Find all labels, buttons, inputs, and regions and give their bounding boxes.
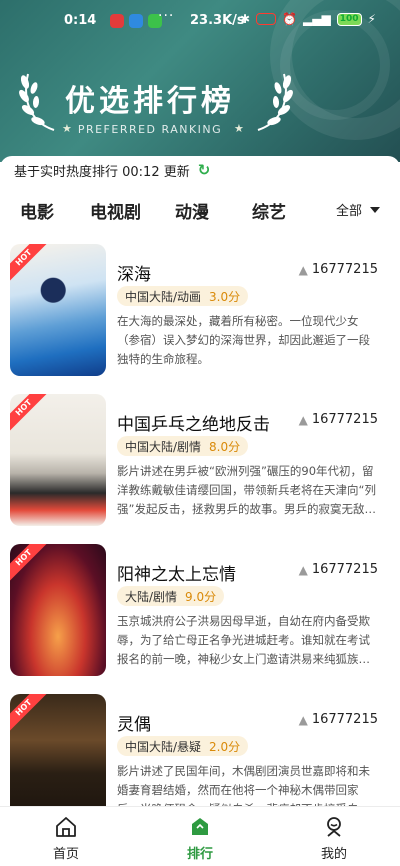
heat-value: 16777215 bbox=[311, 712, 378, 727]
item-description: 在大海的最深处，藏着所有秘密。一位现代少女（参宿）误入梦幻的深海世界，却因此邂逅… bbox=[117, 314, 370, 366]
list-item[interactable]: HOT 阳神之太上忘情 ▲ 16777215 大陆/剧情 9.0分 玉京城洪府公… bbox=[0, 540, 400, 680]
network-speed: 23.3K/s bbox=[190, 13, 245, 28]
bluetooth-icon: ✱ bbox=[240, 12, 251, 26]
tab-tv-series[interactable]: 电视剧 bbox=[90, 198, 141, 223]
heat-score: ▲ 16777215 bbox=[299, 712, 378, 727]
nav-home-label: 首页 bbox=[52, 847, 79, 862]
banner-subtitle: PREFERRED RANKING bbox=[77, 123, 223, 136]
battery-icon: 100 bbox=[336, 12, 362, 26]
heat-score: ▲ 16777215 bbox=[299, 262, 378, 277]
refresh-icon[interactable]: ↻ bbox=[198, 161, 211, 179]
item-title: 阳神之太上忘情 bbox=[117, 565, 236, 585]
category-tabs: 电影 电视剧 动漫 综艺 全部 bbox=[0, 190, 400, 230]
item-description: 玉京城洪府公子洪易因母早逝，自幼在府内备受欺辱，为了给亡母正名争光进城赶考。谁知… bbox=[117, 614, 370, 666]
category-tag: 中国大陆/悬疑 2.0分 bbox=[117, 736, 249, 756]
category-label: 大陆/剧情 bbox=[125, 589, 178, 604]
more-notifications-icon: ··· bbox=[158, 8, 175, 24]
hot-badge: HOT bbox=[10, 544, 49, 583]
flame-icon: ▲ bbox=[298, 412, 308, 427]
flame-icon: ▲ bbox=[298, 712, 308, 727]
signal-icon: ▂▄▆ bbox=[303, 12, 331, 26]
nav-mine[interactable]: 我的 bbox=[294, 815, 374, 862]
notification-icons bbox=[110, 14, 162, 28]
profile-icon bbox=[327, 817, 341, 837]
category-tag: 中国大陆/动画 3.0分 bbox=[117, 286, 249, 306]
category-label: 中国大陆/动画 bbox=[125, 289, 202, 304]
star-icon: ★ bbox=[234, 122, 244, 135]
rating-label: 2.0分 bbox=[209, 739, 241, 754]
item-title: 中国乒乓之绝地反击 bbox=[117, 415, 270, 435]
flame-icon: ▲ bbox=[298, 262, 308, 277]
charging-icon: ⚡ bbox=[367, 12, 376, 26]
alarm-icon: ⏰ bbox=[282, 12, 298, 26]
category-tag: 中国大陆/剧情 8.0分 bbox=[117, 436, 249, 456]
item-title: 深海 bbox=[117, 265, 151, 285]
item-description: 影片讲述在男乒被“欧洲列强”碾压的90年代初，留洋教练戴敏佳请缨回国，带领新兵老… bbox=[117, 464, 376, 516]
ranking-banner: 0:14 ··· 23.3K/s ✱ ⏰ ▂▄▆ 100 ⚡ 优选排行榜 ★ P… bbox=[0, 0, 400, 162]
app-notification-icon bbox=[110, 14, 124, 28]
screen-record-icon bbox=[256, 13, 277, 25]
status-bar: 0:14 ··· 23.3K/s ✱ ⏰ ▂▄▆ 100 ⚡ bbox=[0, 0, 400, 44]
ranking-icon bbox=[192, 818, 208, 835]
filter-dropdown[interactable]: 全部 bbox=[336, 200, 381, 219]
heat-value: 16777215 bbox=[311, 562, 378, 577]
heat-score: ▲ 16777215 bbox=[299, 562, 378, 577]
poster-image: HOT bbox=[10, 544, 106, 676]
rating-label: 9.0分 bbox=[185, 589, 217, 604]
list-item[interactable]: HOT 中国乒乓之绝地反击 ▲ 16777215 中国大陆/剧情 8.0分 影片… bbox=[0, 390, 400, 530]
tab-variety[interactable]: 综艺 bbox=[252, 198, 286, 223]
category-tag: 大陆/剧情 9.0分 bbox=[117, 586, 225, 606]
nav-rank[interactable]: 排行 bbox=[160, 815, 240, 862]
rating-label: 3.0分 bbox=[209, 289, 241, 304]
nav-home[interactable]: 首页 bbox=[26, 815, 106, 862]
nav-rank-label: 排行 bbox=[186, 847, 213, 862]
heat-score: ▲ 16777215 bbox=[299, 412, 378, 427]
nav-mine-label: 我的 bbox=[320, 847, 347, 862]
category-label: 中国大陆/剧情 bbox=[125, 439, 202, 454]
update-text: 基于实时热度排行 00:12 更新 bbox=[14, 164, 190, 180]
banner-title: 优选排行榜 bbox=[65, 84, 235, 119]
app-notification-icon bbox=[129, 14, 143, 28]
tab-anime[interactable]: 动漫 bbox=[175, 198, 209, 223]
heat-value: 16777215 bbox=[311, 412, 378, 427]
bottom-nav: 首页 排行 我的 bbox=[0, 806, 400, 866]
system-icons: ✱ ⏰ ▂▄▆ 100 ⚡ bbox=[240, 12, 376, 26]
filter-label: 全部 bbox=[336, 204, 363, 219]
poster-image: HOT bbox=[10, 394, 106, 526]
category-label: 中国大陆/悬疑 bbox=[125, 739, 202, 754]
item-title: 灵偶 bbox=[117, 715, 151, 735]
heat-value: 16777215 bbox=[311, 262, 378, 277]
caret-down-icon bbox=[370, 206, 381, 213]
rating-label: 8.0分 bbox=[209, 439, 241, 454]
hot-badge: HOT bbox=[10, 394, 49, 433]
list-item[interactable]: HOT 深海 ▲ 16777215 中国大陆/动画 3.0分 在大海的最深处，藏… bbox=[0, 240, 400, 380]
hot-badge: HOT bbox=[10, 694, 49, 733]
flame-icon: ▲ bbox=[298, 562, 308, 577]
status-time: 0:14 bbox=[64, 13, 97, 28]
tab-movie[interactable]: 电影 bbox=[20, 198, 54, 223]
poster-image: HOT bbox=[10, 244, 106, 376]
update-info-bar: 基于实时热度排行 00:12 更新 ↻ bbox=[0, 156, 400, 184]
home-icon bbox=[56, 817, 76, 837]
hot-badge: HOT bbox=[10, 244, 49, 283]
